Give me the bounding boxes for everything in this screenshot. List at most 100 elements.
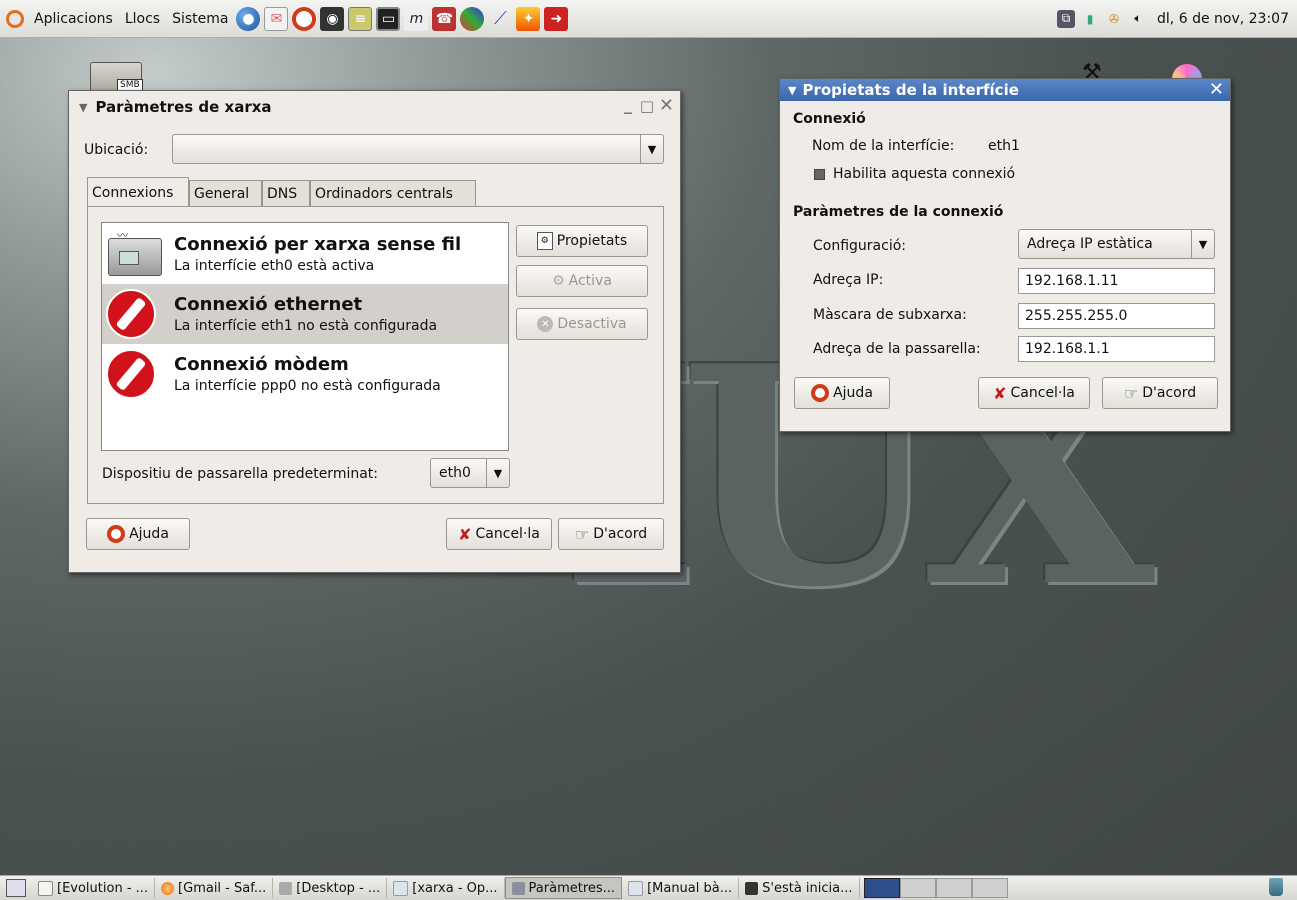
connection-name: Connexió ethernet [174, 294, 363, 315]
gateway-device-value: eth0 [439, 465, 471, 481]
properties-button[interactable]: ⚙ Propietats [516, 225, 648, 257]
props-help-button[interactable]: Ajuda [794, 377, 890, 409]
network-window-titlebar[interactable]: ▼ Paràmetres de xarxa _ □ ✕ [69, 91, 680, 123]
task-label: [Evolution - ... [57, 880, 149, 896]
tab-dns[interactable]: DNS [262, 180, 310, 207]
mail-icon[interactable]: ✉ [264, 6, 289, 31]
disabled-icon [106, 349, 156, 399]
lifebuoy-icon [107, 525, 126, 543]
fire-icon[interactable]: ✦ [516, 6, 541, 31]
connection-row-wireless[interactable]: 〰 Connexió per xarxa sense fil La interf… [102, 224, 508, 284]
props-window-titlebar[interactable]: ▼ Propietats de la interfície ✕ [780, 79, 1230, 101]
tab-connections[interactable]: Connexions [87, 177, 189, 207]
ubuntu-logo-icon[interactable] [6, 9, 24, 28]
connection-desc: La interfície eth0 està activa [174, 258, 375, 274]
network-icon[interactable]: ⧉ [1057, 9, 1076, 28]
connection-row-modem[interactable]: Connexió mòdem La interfície ppp0 no est… [102, 344, 508, 404]
workspace-4[interactable] [971, 878, 1008, 898]
camera-icon[interactable]: ◉ [320, 6, 345, 31]
battery-icon[interactable]: ▮ [1081, 10, 1099, 28]
paint-icon[interactable] [460, 6, 485, 31]
workspace-2[interactable] [899, 878, 936, 898]
brush-icon[interactable]: ⟋ [488, 7, 512, 31]
menu-system[interactable]: Sistema [166, 11, 234, 27]
chat-icon[interactable]: ☎ [432, 6, 457, 31]
power-icon[interactable]: ✇ [1105, 10, 1123, 28]
workspace-3[interactable] [935, 878, 972, 898]
clock[interactable]: dl, 6 de nov, 23:07 [1157, 11, 1289, 27]
firefox-icon [161, 881, 175, 895]
location-combo[interactable]: ▼ [172, 134, 664, 164]
button-label: Cancel·la [475, 526, 540, 542]
terminal-icon[interactable]: ▭ [376, 6, 401, 31]
gateway-device-combo[interactable]: eth0 ▼ [430, 458, 510, 488]
enable-connection-checkbox[interactable]: Habilita aquesta connexió [814, 166, 1015, 182]
task-manual[interactable]: [Manual bà... [622, 878, 740, 898]
maximize-icon[interactable]: □ [640, 97, 654, 115]
config-label: Configuració: [813, 238, 906, 254]
ip-address-input[interactable]: 192.168.1.11 [1018, 268, 1215, 294]
minimize-icon[interactable]: _ [624, 95, 632, 114]
connection-row-ethernet[interactable]: Connexió ethernet La interfície eth1 no … [102, 284, 508, 344]
task-xarxa[interactable]: [xarxa - Op... [387, 878, 505, 898]
params-heading: Paràmetres de la connexió [793, 204, 1004, 220]
button-label: Propietats [556, 233, 628, 249]
tab-label: General [194, 186, 250, 202]
button-label: Activa [568, 273, 612, 289]
chevron-down-icon: ▼ [486, 459, 509, 487]
subnet-mask-input[interactable]: 255.255.255.0 [1018, 303, 1215, 329]
lifebuoy-icon [811, 384, 830, 402]
ok-hand-icon: ☞ [574, 524, 590, 544]
workspace-1[interactable] [863, 878, 900, 898]
task-gmail[interactable]: [Gmail - Saf... [155, 878, 274, 898]
tab-general[interactable]: General [189, 180, 262, 207]
tab-hosts[interactable]: Ordinadors centrals [310, 180, 476, 207]
close-icon[interactable]: ✕ [659, 95, 674, 116]
ok-button[interactable]: ☞ D'acord [558, 518, 664, 550]
notes-icon[interactable]: ≡ [348, 6, 373, 31]
task-network-settings[interactable]: Paràmetres... [504, 877, 623, 899]
ok-hand-icon: ☞ [1123, 383, 1139, 403]
connection-name: Connexió mòdem [174, 354, 349, 375]
window-menu-icon[interactable]: ▼ [79, 101, 87, 114]
props-cancel-button[interactable]: ✘ Cancel·la [978, 377, 1090, 409]
text-editor-icon[interactable]: m [404, 6, 429, 31]
show-desktop-icon[interactable] [6, 879, 26, 897]
connection-desc: La interfície eth1 no està configurada [174, 318, 438, 334]
close-icon[interactable]: ✕ [1209, 79, 1224, 100]
help-button[interactable]: Ajuda [86, 518, 190, 550]
chevron-down-icon: ▼ [1191, 230, 1214, 258]
cancel-button[interactable]: ✘ Cancel·la [446, 518, 552, 550]
gateway-device-label: Dispositiu de passarella predeterminat: [102, 466, 379, 482]
window-menu-icon[interactable]: ▼ [788, 84, 796, 97]
workspace-switcher[interactable] [863, 878, 1008, 898]
disabled-icon [106, 289, 156, 339]
trash-icon[interactable] [1269, 878, 1283, 896]
task-label: [Gmail - Saf... [178, 880, 267, 896]
document-icon [393, 880, 409, 896]
exit-icon[interactable]: ➜ [544, 6, 569, 31]
props-ok-button[interactable]: ☞ D'acord [1102, 377, 1218, 409]
deactivate-button[interactable]: ✕ Desactiva [516, 308, 648, 340]
task-evolution[interactable]: [Evolution - ... [32, 878, 156, 898]
menu-places[interactable]: Llocs [119, 11, 166, 27]
volume-icon[interactable]: 🔈︎ [1129, 10, 1147, 28]
task-starting[interactable]: S'està inicia... [739, 878, 860, 898]
menu-applications[interactable]: Aplicacions [28, 11, 119, 27]
mask-value: 255.255.255.0 [1025, 308, 1128, 324]
gateway-address-input[interactable]: 192.168.1.1 [1018, 336, 1215, 362]
top-panel: Aplicacions Llocs Sistema ● ✉ ◉ ≡ ▭ m ☎ … [0, 0, 1297, 38]
deactivate-icon: ✕ [537, 316, 554, 332]
lifebuoy-icon[interactable] [292, 6, 317, 31]
cancel-x-icon: ✘ [993, 383, 1007, 403]
window-title: Paràmetres de xarxa [95, 98, 272, 116]
mask-label: Màscara de subxarxa: [813, 307, 967, 323]
task-desktop[interactable]: [Desktop - ... [273, 878, 388, 898]
task-label: S'està inicia... [762, 880, 853, 896]
bottom-panel: [Evolution - ... [Gmail - Saf... [Deskto… [0, 875, 1297, 900]
config-combo[interactable]: Adreça IP estàtica ▼ [1018, 229, 1215, 259]
activate-button[interactable]: ⚙ Activa [516, 265, 648, 297]
globe-icon[interactable]: ● [236, 6, 261, 31]
window-title: Propietats de la interfície [802, 81, 1019, 99]
evolution-icon [38, 880, 53, 896]
